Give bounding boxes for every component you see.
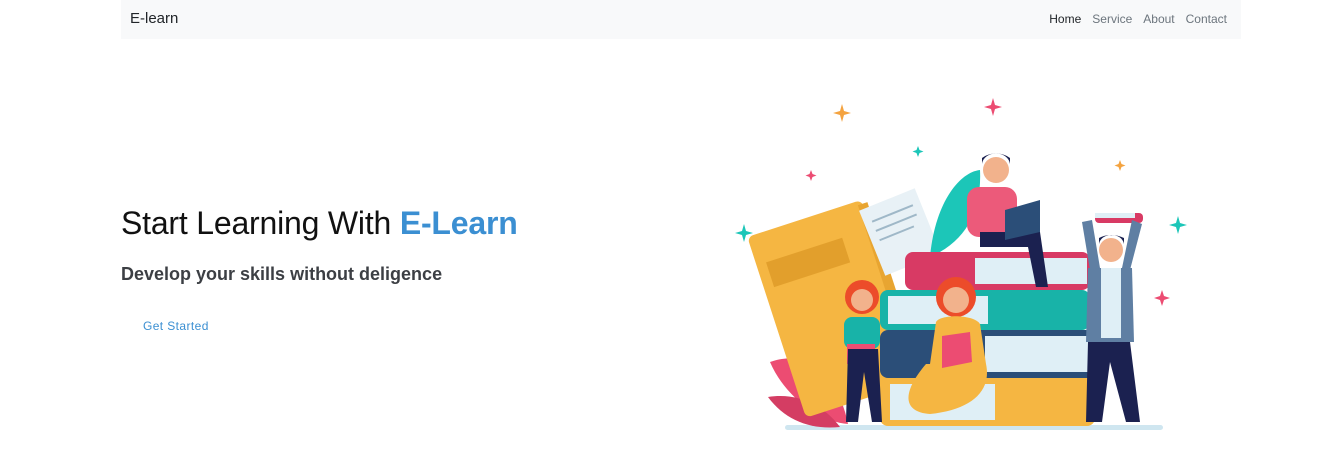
nav-links: Home Service About Contact [1049, 12, 1227, 26]
students-reading-books-illustration [735, 98, 1187, 430]
nav-link-about[interactable]: About [1143, 12, 1174, 26]
hero-title-accent: E-Learn [399, 205, 518, 241]
nav-link-contact[interactable]: Contact [1186, 12, 1227, 26]
nav-link-service[interactable]: Service [1092, 12, 1132, 26]
hero-title: Start Learning With E-Learn [121, 205, 518, 242]
navbar: E-learn Home Service About Contact [121, 0, 1241, 39]
get-started-button[interactable]: Get Started [143, 319, 209, 333]
nav-link-home[interactable]: Home [1049, 12, 1081, 26]
hero-subtitle: Develop your skills without deligence [121, 264, 443, 284]
hero-title-prefix: Start Learning With [121, 205, 400, 241]
brand-logo[interactable]: E-learn [130, 10, 178, 27]
